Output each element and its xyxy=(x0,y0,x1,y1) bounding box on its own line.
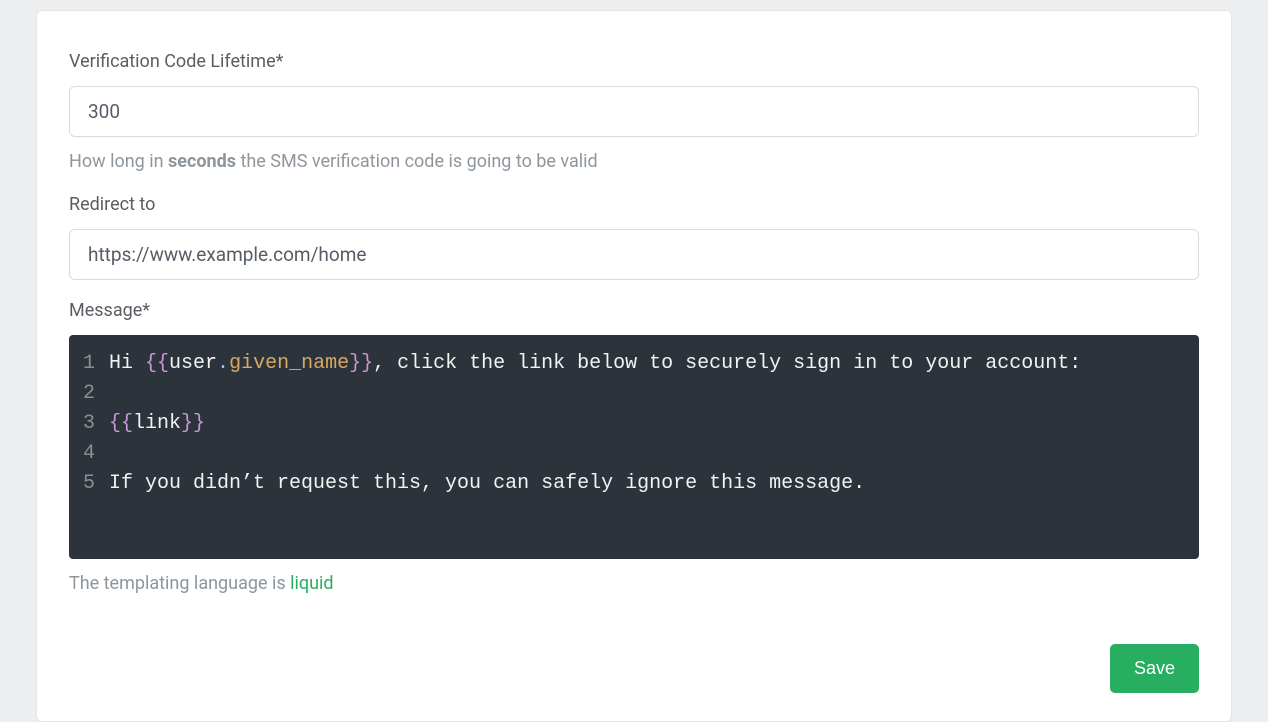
editor-line: 4 xyxy=(69,439,1199,469)
field-lifetime: Verification Code Lifetime* How long in … xyxy=(69,51,1199,172)
field-message: Message* 1Hi {{user.given_name}}, click … xyxy=(69,300,1199,594)
liquid-link[interactable]: liquid xyxy=(290,573,333,594)
message-hint-pre: The templating language is xyxy=(69,573,290,594)
line-number: 5 xyxy=(69,469,109,499)
editor-line: 1Hi {{user.given_name}}, click the link … xyxy=(69,349,1199,379)
actions-row: Save xyxy=(69,644,1199,693)
line-number: 2 xyxy=(69,379,109,409)
lifetime-hint-bold: seconds xyxy=(168,151,236,172)
lifetime-label: Verification Code Lifetime* xyxy=(69,51,1199,72)
lifetime-hint-pre: How long in xyxy=(69,151,168,172)
editor-line: 5If you didn’t request this, you can saf… xyxy=(69,469,1199,499)
message-hint: The templating language is liquid xyxy=(69,573,1199,594)
line-number: 1 xyxy=(69,349,109,379)
save-button[interactable]: Save xyxy=(1110,644,1199,693)
line-number: 3 xyxy=(69,409,109,439)
editor-line: 2 xyxy=(69,379,1199,409)
redirect-label: Redirect to xyxy=(69,194,1199,215)
field-redirect: Redirect to xyxy=(69,194,1199,280)
line-code xyxy=(109,439,1199,469)
line-code: If you didn’t request this, you can safe… xyxy=(109,469,1199,499)
message-editor[interactable]: 1Hi {{user.given_name}}, click the link … xyxy=(69,335,1199,559)
editor-line: 3{{link}} xyxy=(69,409,1199,439)
line-code: {{link}} xyxy=(109,409,1199,439)
message-label: Message* xyxy=(69,300,1199,321)
lifetime-hint: How long in seconds the SMS verification… xyxy=(69,151,1199,172)
redirect-input[interactable] xyxy=(69,229,1199,280)
lifetime-hint-post: the SMS verification code is going to be… xyxy=(236,151,598,172)
settings-card: Verification Code Lifetime* How long in … xyxy=(36,10,1232,722)
line-code xyxy=(109,379,1199,409)
line-code: Hi {{user.given_name}}, click the link b… xyxy=(109,349,1199,379)
line-number: 4 xyxy=(69,439,109,469)
lifetime-input[interactable] xyxy=(69,86,1199,137)
